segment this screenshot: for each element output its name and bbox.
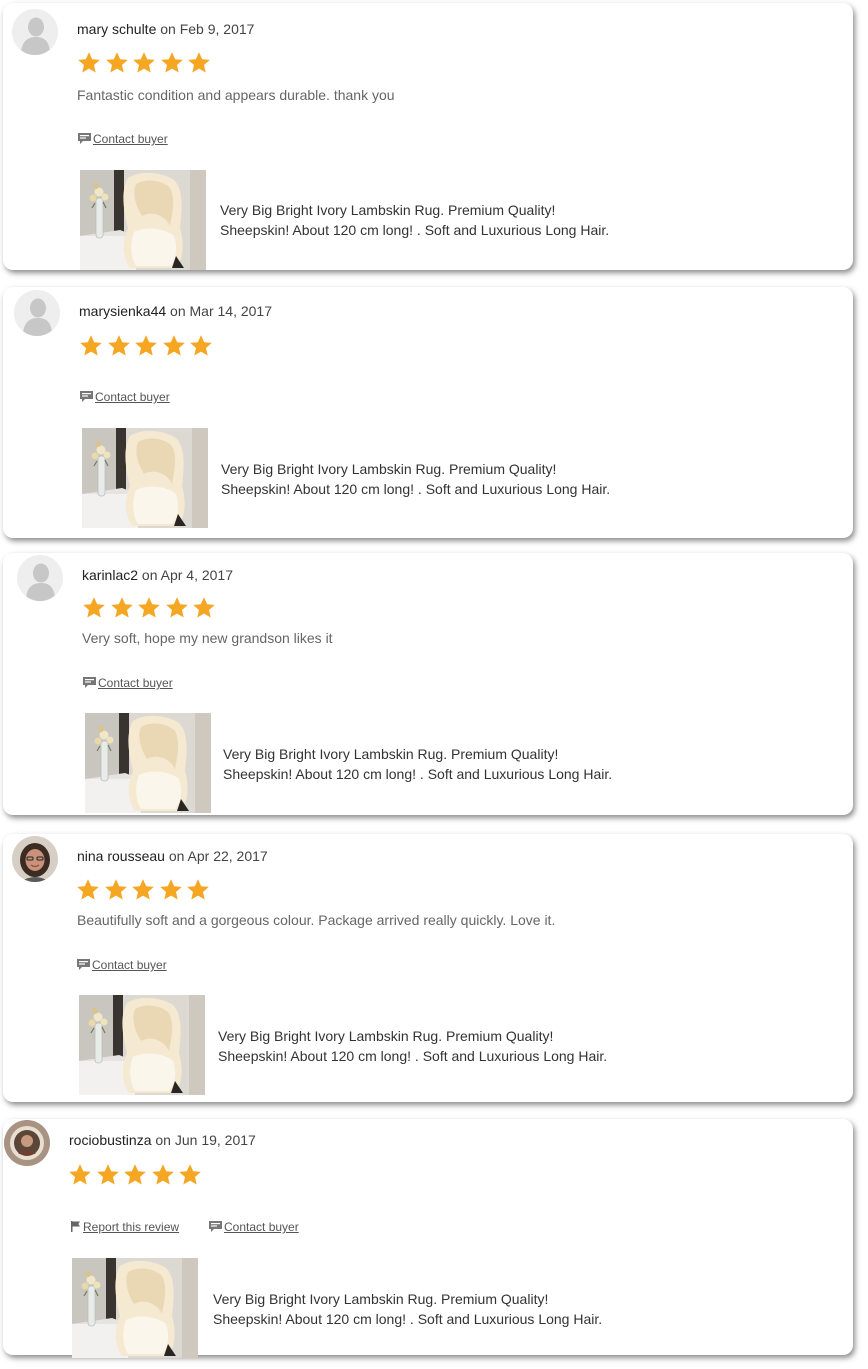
- listing-title-line-1: Very Big Bright Ivory Lambskin Rug. Prem…: [223, 746, 559, 762]
- listing-title-line-1: Very Big Bright Ivory Lambskin Rug. Prem…: [218, 1028, 554, 1044]
- star-icon: [165, 596, 189, 620]
- star-icon: [178, 1163, 202, 1187]
- message-icon: [83, 677, 96, 691]
- review-text: Very soft, hope my new grandson likes it: [82, 630, 333, 646]
- star-icon: [77, 51, 101, 75]
- flag-icon: [71, 1221, 81, 1235]
- review-text: Fantastic condition and appears durable.…: [77, 87, 395, 103]
- review-date: on Feb 9, 2017: [160, 21, 255, 37]
- review-date: on Mar 14, 2017: [170, 303, 273, 319]
- star-icon: [160, 51, 184, 75]
- message-icon: [209, 1221, 222, 1235]
- contact-buyer-link[interactable]: Contact buyer: [77, 958, 167, 973]
- default-avatar-icon[interactable]: [14, 290, 60, 336]
- user-photo-avatar[interactable]: [4, 1120, 50, 1166]
- contact-buyer-link[interactable]: Contact buyer: [83, 676, 173, 691]
- contact-buyer-link[interactable]: Contact buyer: [80, 390, 170, 405]
- listing-title-line-1: Very Big Bright Ivory Lambskin Rug. Prem…: [213, 1291, 549, 1307]
- contact-buyer-label[interactable]: Contact buyer: [92, 958, 167, 972]
- review-header: marysienka44 on Mar 14, 2017: [79, 303, 272, 319]
- listing-title-link[interactable]: Very Big Bright Ivory Lambskin Rug. Prem…: [223, 744, 663, 784]
- star-rating: [79, 334, 217, 358]
- star-icon: [107, 334, 131, 358]
- star-icon: [159, 878, 183, 902]
- listing-title-line-2: Sheepskin! About 120 cm long! . Soft and…: [220, 222, 610, 238]
- star-icon: [79, 334, 103, 358]
- star-icon: [137, 596, 161, 620]
- star-icon: [151, 1163, 175, 1187]
- star-icon: [123, 1163, 147, 1187]
- star-icon: [82, 596, 106, 620]
- listing-title-link[interactable]: Very Big Bright Ivory Lambskin Rug. Prem…: [221, 459, 661, 499]
- message-icon: [78, 133, 91, 147]
- message-icon: [77, 959, 90, 973]
- star-icon: [134, 334, 158, 358]
- contact-buyer-label[interactable]: Contact buyer: [95, 390, 170, 404]
- listing-thumbnail[interactable]: [80, 170, 206, 270]
- star-icon: [110, 596, 134, 620]
- reviewer-name-link[interactable]: nina rousseau: [77, 848, 165, 864]
- star-icon: [76, 878, 100, 902]
- star-rating: [68, 1163, 206, 1187]
- listing-title-link[interactable]: Very Big Bright Ivory Lambskin Rug. Prem…: [220, 200, 660, 240]
- contact-buyer-label[interactable]: Contact buyer: [93, 132, 168, 146]
- review-text: Beautifully soft and a gorgeous colour. …: [77, 912, 556, 928]
- star-icon: [132, 51, 156, 75]
- review-card: mary schulte on Feb 9, 2017 Fantastic co…: [3, 3, 853, 270]
- default-avatar-icon[interactable]: [12, 9, 58, 55]
- review-header: rociobustinza on Jun 19, 2017: [69, 1132, 256, 1148]
- listing-title-line-2: Sheepskin! About 120 cm long! . Soft and…: [223, 766, 613, 782]
- listing-title-line-2: Sheepskin! About 120 cm long! . Soft and…: [218, 1048, 608, 1064]
- default-avatar-icon[interactable]: [17, 555, 63, 601]
- listing-title-line-1: Very Big Bright Ivory Lambskin Rug. Prem…: [220, 202, 556, 218]
- reviewer-name-link[interactable]: marysienka44: [79, 303, 166, 319]
- reviewer-name-link[interactable]: karinlac2: [82, 567, 138, 583]
- review-date: on Jun 19, 2017: [155, 1132, 256, 1148]
- star-icon: [68, 1163, 92, 1187]
- star-icon: [187, 51, 211, 75]
- listing-thumbnail[interactable]: [82, 428, 208, 528]
- listing-title-line-2: Sheepskin! About 120 cm long! . Soft and…: [221, 481, 611, 497]
- review-header: nina rousseau on Apr 22, 2017: [77, 848, 268, 864]
- star-icon: [189, 334, 213, 358]
- star-icon: [186, 878, 210, 902]
- review-card: rociobustinza on Jun 19, 2017 Report thi…: [3, 1119, 853, 1358]
- review-card: karinlac2 on Apr 4, 2017 Very soft, hope…: [3, 553, 853, 815]
- contact-buyer-link[interactable]: Contact buyer: [209, 1220, 299, 1235]
- reviewer-name-link[interactable]: rociobustinza: [69, 1132, 152, 1148]
- contact-buyer-link[interactable]: Contact buyer: [78, 132, 168, 147]
- report-review-label[interactable]: Report this review: [83, 1220, 179, 1234]
- star-icon: [131, 878, 155, 902]
- listing-title-link[interactable]: Very Big Bright Ivory Lambskin Rug. Prem…: [213, 1289, 653, 1329]
- star-icon: [192, 596, 216, 620]
- contact-buyer-label[interactable]: Contact buyer: [98, 676, 173, 690]
- star-rating: [82, 596, 220, 620]
- listing-thumbnail[interactable]: [85, 713, 211, 813]
- review-date: on Apr 22, 2017: [168, 848, 268, 864]
- star-icon: [96, 1163, 120, 1187]
- star-icon: [105, 51, 129, 75]
- star-icon: [104, 878, 128, 902]
- listing-title-line-1: Very Big Bright Ivory Lambskin Rug. Prem…: [221, 461, 557, 477]
- review-date: on Apr 4, 2017: [141, 567, 233, 583]
- user-photo-avatar[interactable]: [12, 836, 58, 882]
- review-header: karinlac2 on Apr 4, 2017: [82, 567, 233, 583]
- star-rating: [76, 878, 214, 902]
- message-icon: [80, 391, 93, 405]
- review-header: mary schulte on Feb 9, 2017: [77, 21, 254, 37]
- star-rating: [77, 51, 215, 75]
- listing-thumbnail[interactable]: [72, 1258, 198, 1358]
- review-card: marysienka44 on Mar 14, 2017 Contact buy…: [3, 287, 853, 538]
- review-card: nina rousseau on Apr 22, 2017 Beautifull…: [3, 834, 853, 1102]
- listing-title-line-2: Sheepskin! About 120 cm long! . Soft and…: [213, 1311, 603, 1327]
- reviewer-name-link[interactable]: mary schulte: [77, 21, 156, 37]
- report-review-link[interactable]: Report this review: [71, 1220, 179, 1235]
- star-icon: [162, 334, 186, 358]
- listing-title-link[interactable]: Very Big Bright Ivory Lambskin Rug. Prem…: [218, 1026, 658, 1066]
- contact-buyer-label[interactable]: Contact buyer: [224, 1220, 299, 1234]
- listing-thumbnail[interactable]: [79, 995, 205, 1095]
